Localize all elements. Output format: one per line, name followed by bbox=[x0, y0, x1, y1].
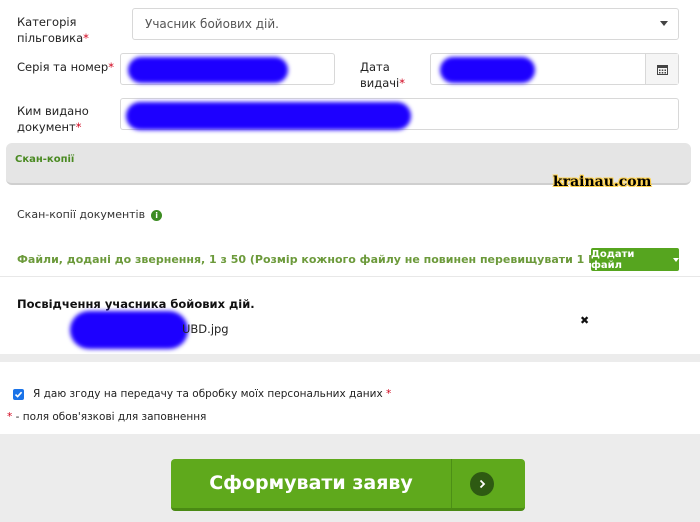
category-select-value: Учасник бойових дій. bbox=[145, 17, 279, 31]
document-title: Посвідчення учасника бойових дій. bbox=[17, 297, 255, 311]
issue-date-input[interactable] bbox=[430, 53, 679, 85]
consent-checkbox[interactable] bbox=[13, 389, 24, 400]
calendar-button[interactable] bbox=[645, 54, 678, 84]
redacted-value bbox=[126, 102, 411, 130]
category-select[interactable]: Учасник бойових дій. bbox=[132, 8, 679, 40]
watermark: krainau.com bbox=[553, 174, 652, 190]
category-label: Категорія пільговика* bbox=[17, 15, 89, 45]
file-name[interactable]: UBD.jpg bbox=[182, 322, 229, 336]
add-file-button[interactable]: Додати файл bbox=[591, 248, 679, 271]
calendar-icon bbox=[656, 64, 668, 75]
redacted-value bbox=[440, 57, 535, 83]
series-number-input[interactable] bbox=[120, 53, 335, 85]
chevron-down-icon bbox=[673, 257, 679, 262]
files-count-text: Файли, додані до звернення, 1 з 50 (Розм… bbox=[17, 253, 612, 266]
section-bottom-band bbox=[0, 354, 700, 362]
check-icon bbox=[14, 391, 23, 398]
chevron-right-icon bbox=[470, 472, 494, 496]
divider bbox=[0, 276, 700, 277]
chevron-down-icon bbox=[660, 21, 668, 26]
series-label: Серія та номер* bbox=[17, 60, 114, 74]
consent-label: Я даю згоду на передачу та обробку моїх … bbox=[33, 388, 392, 400]
issued-by-label: Ким видано документ* bbox=[17, 104, 89, 134]
add-file-label: Додати файл bbox=[591, 248, 635, 271]
info-icon[interactable]: i bbox=[151, 209, 163, 221]
required-note: * - поля обов'язкові для заповнення bbox=[7, 411, 207, 423]
submit-separator bbox=[451, 459, 452, 508]
remove-file-icon[interactable]: ✖ bbox=[580, 314, 589, 327]
redacted-value bbox=[128, 57, 288, 83]
redacted-filename bbox=[70, 311, 188, 349]
submit-label: Сформувати заяву bbox=[209, 472, 413, 494]
scan-docs-label: Скан-копії документів i bbox=[17, 208, 163, 221]
date-label: Дата видачі* bbox=[360, 60, 405, 90]
issued-by-input[interactable] bbox=[120, 98, 679, 130]
submit-application-button[interactable]: Сформувати заяву bbox=[171, 459, 525, 511]
scans-section-title: Скан-копії bbox=[15, 154, 75, 165]
